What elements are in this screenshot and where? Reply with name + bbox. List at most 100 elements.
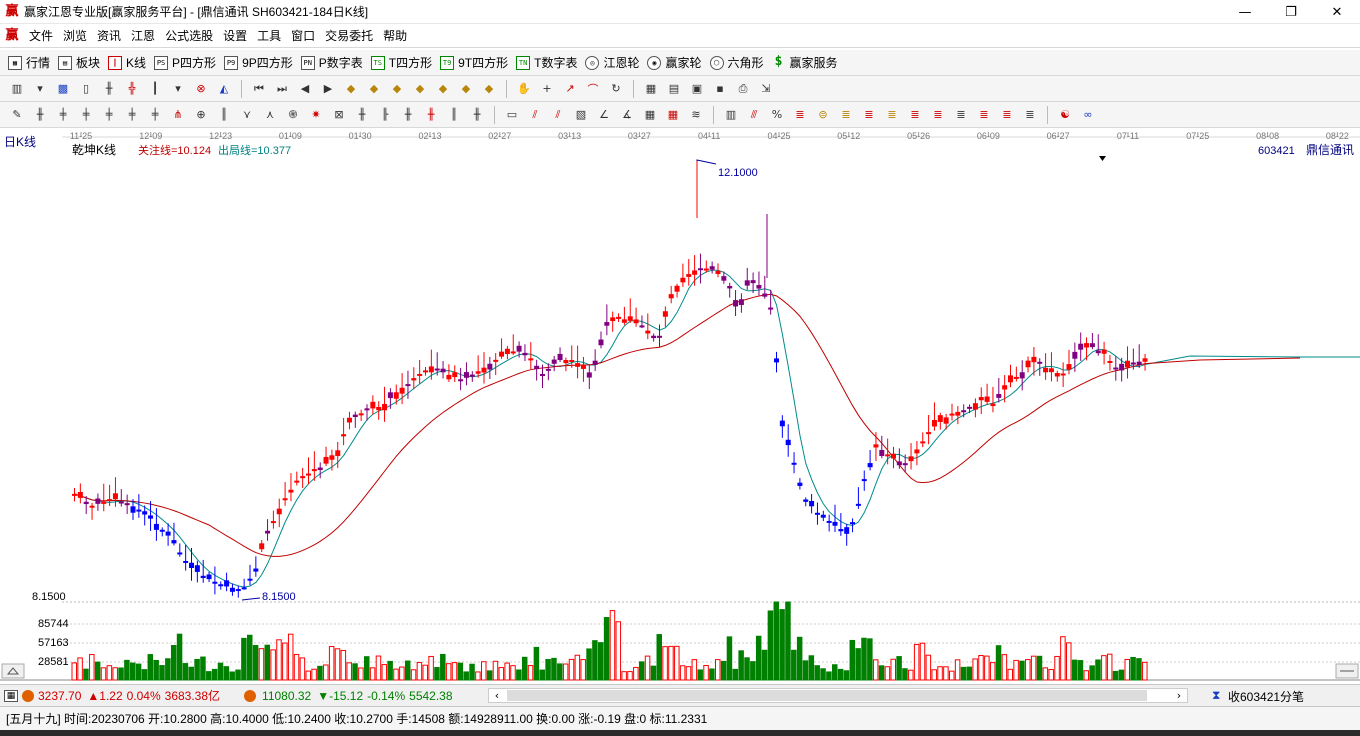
func-hexagon-button[interactable]: ⬡ 六角形 bbox=[709, 54, 764, 71]
maximize-button[interactable]: ❐ bbox=[1268, 0, 1314, 24]
triangle-icon[interactable]: ◭ bbox=[215, 80, 233, 98]
parallel-icon[interactable]: ╫ bbox=[31, 106, 49, 124]
grid-icon[interactable]: ▦ bbox=[641, 106, 659, 124]
func-9p-square-button[interactable]: P9 9P四方形 bbox=[224, 54, 293, 71]
levels-icon[interactable]: ≣ bbox=[952, 106, 970, 124]
arc-icon[interactable]: ⌒ bbox=[584, 80, 602, 98]
scroll-right-icon[interactable]: › bbox=[1171, 688, 1187, 703]
menu-trade[interactable]: 交易委托 bbox=[320, 27, 378, 44]
yinyang-icon[interactable]: ☯ bbox=[1056, 106, 1074, 124]
menu-gann[interactable]: 江恩 bbox=[126, 27, 160, 44]
spiral-icon[interactable]: ֍ bbox=[284, 106, 302, 124]
export-icon[interactable]: ⇲ bbox=[757, 80, 775, 98]
func-service-button[interactable]: $ 赢家服务 bbox=[772, 54, 838, 71]
menu-formula[interactable]: 公式选股 bbox=[160, 27, 218, 44]
dropdown-arrow-icon[interactable] bbox=[1099, 156, 1106, 161]
table-icon[interactable]: ▤ bbox=[665, 80, 683, 98]
levels-red-icon[interactable]: ≣ bbox=[906, 106, 924, 124]
menu-browse[interactable]: 浏览 bbox=[58, 27, 92, 44]
lines-icon[interactable]: ╟ bbox=[376, 106, 394, 124]
func-p-square-button[interactable]: PS P四方形 bbox=[154, 54, 216, 71]
dropdown-arrow-icon[interactable]: ▾ bbox=[31, 80, 49, 98]
layout-icon[interactable]: ▥ bbox=[8, 80, 26, 98]
func-p-number-button[interactable]: PN P数字表 bbox=[300, 54, 363, 71]
fib-levels-icon[interactable]: ≣ bbox=[791, 106, 809, 124]
scroll-up-button[interactable] bbox=[1, 663, 25, 679]
diamond-icon[interactable]: ◆ bbox=[365, 80, 383, 98]
func-t-number-button[interactable]: TN T数字表 bbox=[516, 54, 577, 71]
levels-icon[interactable]: ≣ bbox=[1021, 106, 1039, 124]
lines-icon[interactable]: ╫ bbox=[353, 106, 371, 124]
calendar-icon[interactable]: ▦ bbox=[642, 80, 660, 98]
diamond-icon[interactable]: ◆ bbox=[480, 80, 498, 98]
channel-icon[interactable]: ⫽ bbox=[526, 106, 544, 124]
candles-red-icon[interactable]: ╬ bbox=[123, 80, 141, 98]
lines-icon[interactable]: ╫ bbox=[468, 106, 486, 124]
gann-fan-icon[interactable]: ╪ bbox=[77, 106, 95, 124]
menu-settings[interactable]: 设置 bbox=[218, 27, 252, 44]
fan-icon[interactable]: ⋎ bbox=[238, 106, 256, 124]
levels-red-icon[interactable]: ≣ bbox=[929, 106, 947, 124]
refresh-icon[interactable]: ↻ bbox=[607, 80, 625, 98]
diamond-icon[interactable]: ◆ bbox=[342, 80, 360, 98]
levels-red-icon[interactable]: ≣ bbox=[860, 106, 878, 124]
grid-icon[interactable]: ▩ bbox=[54, 80, 72, 98]
fib-icon[interactable]: ⫻ bbox=[745, 106, 763, 124]
lines-icon[interactable]: ╫ bbox=[399, 106, 417, 124]
parallel-icon[interactable]: ≋ bbox=[687, 106, 705, 124]
ticker-scrollbar[interactable]: ‹ › bbox=[488, 688, 1188, 703]
print-icon[interactable]: ⎙ bbox=[734, 80, 752, 98]
left-icon[interactable]: ◀ bbox=[296, 80, 314, 98]
minimize-button[interactable]: — bbox=[1222, 0, 1268, 24]
kline-chart-area[interactable]: 11-25 12-09 12-23 01-09 01-30 02-13 02-27 03-13… bbox=[0, 128, 1360, 684]
func-gann-wheel-button[interactable]: ◎ 江恩轮 bbox=[585, 54, 639, 71]
save-icon[interactable]: ▪ bbox=[711, 80, 729, 98]
doc-icon[interactable]: ▯ bbox=[77, 80, 95, 98]
menu-help[interactable]: 帮助 bbox=[378, 27, 412, 44]
func-t-square-button[interactable]: TS T四方形 bbox=[370, 54, 432, 71]
close-button[interactable]: ✕ bbox=[1314, 0, 1360, 24]
circle-grid-icon[interactable]: ⊕ bbox=[192, 106, 210, 124]
lines-icon[interactable]: ║ bbox=[445, 106, 463, 124]
func-winner-wheel-button[interactable]: ◉ 赢家轮 bbox=[647, 54, 702, 71]
func-quotes-button[interactable]: ▦ 行情 bbox=[8, 54, 50, 71]
fan-red-icon[interactable]: ⋔ bbox=[169, 106, 187, 124]
func-sectors-button[interactable]: ▤ 板块 bbox=[58, 54, 100, 71]
lines-red-icon[interactable]: ╫ bbox=[422, 106, 440, 124]
gann-fan-icon[interactable]: ╪ bbox=[54, 106, 72, 124]
percent-icon[interactable]: % bbox=[768, 106, 786, 124]
last-icon[interactable]: ⏭ bbox=[273, 80, 291, 98]
right-icon[interactable]: ▶ bbox=[319, 80, 337, 98]
kline-chart[interactable]: 11-25 12-09 12-23 01-09 01-30 02-13 02-27 03-13… bbox=[0, 128, 1360, 684]
menu-tools[interactable]: 工具 bbox=[252, 27, 286, 44]
scroll-thumb[interactable] bbox=[507, 690, 1147, 701]
hand-icon[interactable]: ✋ bbox=[515, 80, 533, 98]
dropdown-arrow-icon[interactable]: ▾ bbox=[169, 80, 187, 98]
candles-icon[interactable]: ╫ bbox=[100, 80, 118, 98]
line-icon[interactable]: ↗ bbox=[561, 80, 579, 98]
diamond-icon[interactable]: ◆ bbox=[434, 80, 452, 98]
ruler-icon[interactable]: ▥ bbox=[722, 106, 740, 124]
channel-icon[interactable]: ⫽ bbox=[549, 106, 567, 124]
indicator-icon[interactable]: ⊗ bbox=[192, 80, 210, 98]
grid-red-icon[interactable]: ▦ bbox=[664, 106, 682, 124]
levels-red-icon[interactable]: ≣ bbox=[998, 106, 1016, 124]
star-icon[interactable]: ✷ bbox=[307, 106, 325, 124]
bar-icon[interactable]: ┃ bbox=[146, 80, 164, 98]
table-icon[interactable]: ▦ bbox=[4, 689, 18, 702]
diamond-icon[interactable]: ◆ bbox=[411, 80, 429, 98]
scroll-down-button[interactable] bbox=[1335, 663, 1359, 679]
levels-icon[interactable]: ≣ bbox=[883, 106, 901, 124]
diamond-icon[interactable]: ◆ bbox=[457, 80, 475, 98]
func-9t-square-button[interactable]: T9 9T四方形 bbox=[440, 54, 508, 71]
func-kline-button[interactable]: ┃ K线 bbox=[108, 54, 146, 71]
crosshair-icon[interactable]: + bbox=[538, 80, 556, 98]
vertical-lines-icon[interactable]: ║ bbox=[215, 106, 233, 124]
angle-icon[interactable]: ∠ bbox=[595, 106, 613, 124]
menu-file[interactable]: 文件 bbox=[24, 27, 58, 44]
gann-fan-icon[interactable]: ╪ bbox=[123, 106, 141, 124]
box-icon[interactable]: ⊠ bbox=[330, 106, 348, 124]
scroll-left-icon[interactable]: ‹ bbox=[489, 688, 505, 703]
pen-icon[interactable]: ✎ bbox=[8, 106, 26, 124]
menu-info[interactable]: 资讯 bbox=[92, 27, 126, 44]
